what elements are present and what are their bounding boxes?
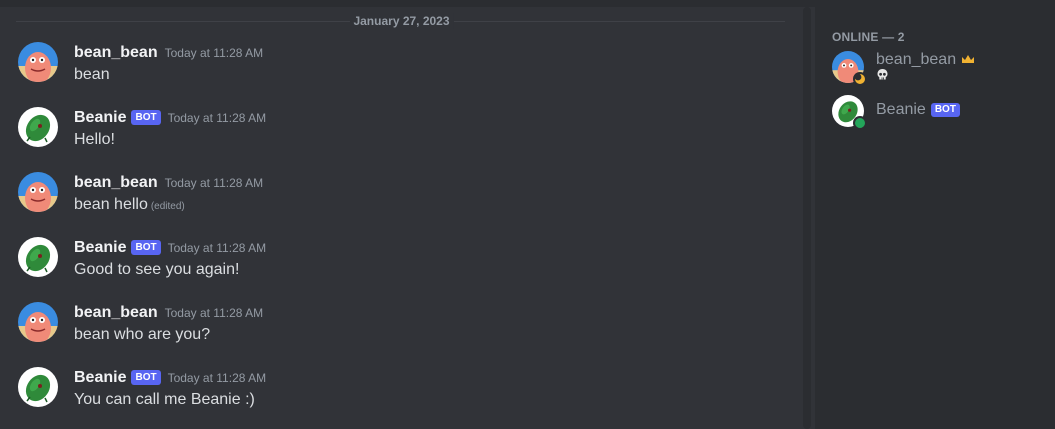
date-divider-label: January 27, 2023 <box>349 13 454 29</box>
message-content: bean hello (edited) <box>74 194 185 218</box>
bot-tag: BOT <box>131 369 161 385</box>
message[interactable]: Beanie BOT Today at 11:28 AM You can cal… <box>0 367 790 427</box>
message[interactable]: bean_bean Today at 11:28 AM bean hello (e… <box>0 172 790 232</box>
bean-avatar[interactable] <box>18 107 58 147</box>
username[interactable]: bean_bean <box>74 302 158 324</box>
bot-tag: BOT <box>131 109 161 125</box>
bean-avatar[interactable] <box>18 367 58 407</box>
message[interactable]: Beanie BOT Today at 11:28 AM Good to see… <box>0 237 790 297</box>
online-status-icon <box>853 116 867 130</box>
timestamp[interactable]: Today at 11:28 AM <box>168 237 267 259</box>
username[interactable]: bean_bean <box>74 42 158 64</box>
chat-messages: January 27, 2023 bean_bean Today at 11:2… <box>0 7 803 429</box>
member-name: Beanie <box>876 101 926 118</box>
message-text: bean <box>74 66 110 83</box>
message-text: Hello! <box>74 131 115 148</box>
member-beanie[interactable]: Beanie BOT <box>832 95 1042 131</box>
username[interactable]: Beanie <box>74 237 126 259</box>
patrick-avatar[interactable] <box>18 302 58 342</box>
member-list: ONLINE — 2 bean_bean Beanie BOT <box>815 7 1055 429</box>
edited-label: (edited) <box>150 201 185 212</box>
timestamp[interactable]: Today at 11:28 AM <box>168 367 267 389</box>
message-content: Hello! <box>74 129 115 151</box>
top-bar <box>0 0 1055 7</box>
chat-scrollbar[interactable] <box>803 7 811 429</box>
discord-app: January 27, 2023 bean_bean Today at 11:2… <box>0 0 1055 429</box>
message-text: bean hello <box>74 196 148 213</box>
message-content: Good to see you again! <box>74 259 239 281</box>
username[interactable]: Beanie <box>74 107 126 129</box>
message[interactable]: bean_bean Today at 11:28 AM bean <box>0 42 790 102</box>
message-content: bean <box>74 64 110 86</box>
idle-status-icon <box>853 72 867 86</box>
crown-icon <box>961 50 975 70</box>
message-content: bean who are you? <box>74 324 210 346</box>
member-bean-bean[interactable]: bean_bean <box>832 51 1042 87</box>
message[interactable]: bean_bean Today at 11:28 AM bean who are… <box>0 302 790 362</box>
timestamp[interactable]: Today at 11:28 AM <box>165 302 264 324</box>
patrick-avatar <box>832 51 867 86</box>
patrick-avatar[interactable] <box>18 42 58 82</box>
timestamp[interactable]: Today at 11:28 AM <box>168 107 267 129</box>
message-text: Good to see you again! <box>74 261 240 278</box>
message[interactable]: Beanie BOT Today at 11:28 AM Hello! <box>0 107 790 167</box>
bot-tag: BOT <box>930 103 960 117</box>
bean-avatar <box>832 95 867 130</box>
message-content: You can call me Beanie :) <box>74 389 255 411</box>
members-header: ONLINE — 2 <box>832 30 905 44</box>
message-text: bean who are you? <box>74 326 211 343</box>
member-name: bean_bean <box>876 51 957 68</box>
bean-avatar[interactable] <box>18 237 58 277</box>
username[interactable]: bean_bean <box>74 172 158 194</box>
username[interactable]: Beanie <box>74 367 126 389</box>
bot-tag: BOT <box>131 239 161 255</box>
skull-icon <box>876 68 889 85</box>
timestamp[interactable]: Today at 11:28 AM <box>165 172 264 194</box>
timestamp[interactable]: Today at 11:28 AM <box>165 42 264 64</box>
message-text: You can call me Beanie :) <box>74 391 255 408</box>
patrick-avatar[interactable] <box>18 172 58 212</box>
